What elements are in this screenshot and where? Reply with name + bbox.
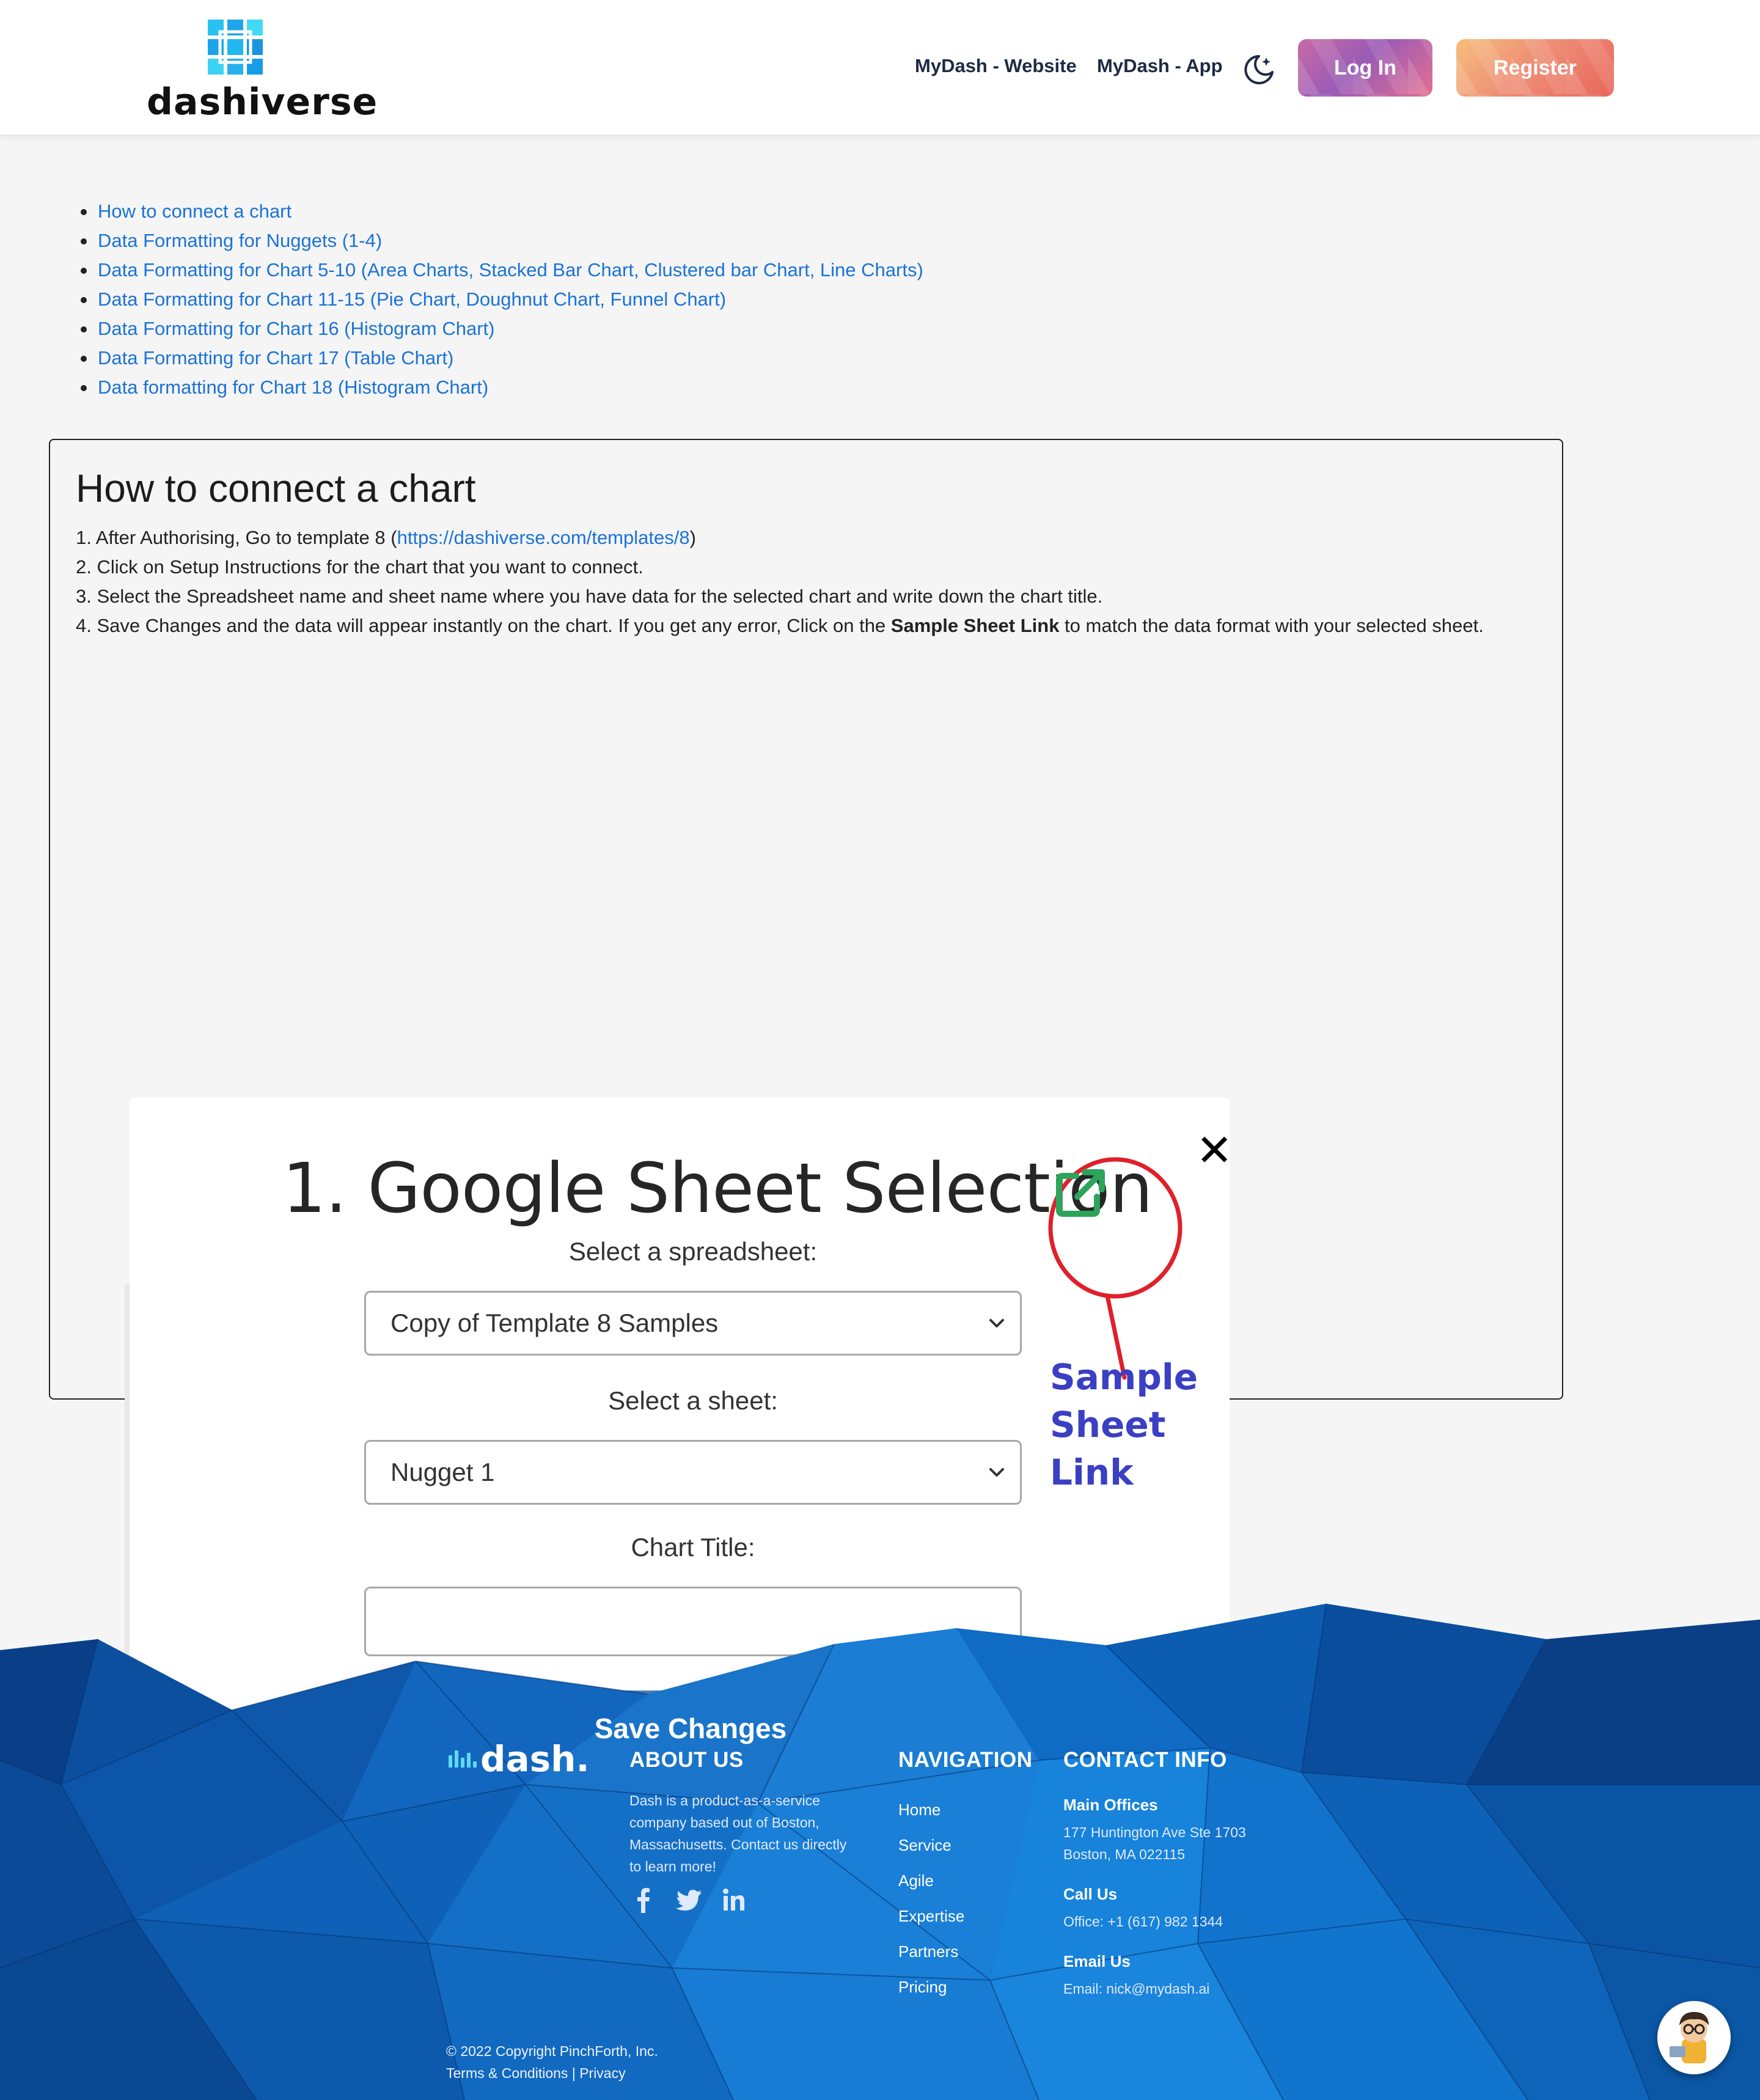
social-links xyxy=(629,1886,748,1914)
step-1: 1. After Authorising, Go to template 8 (… xyxy=(76,527,696,548)
footer-nav-agile[interactable]: Agile xyxy=(898,1863,964,1898)
toc-link-connect-chart[interactable]: How to connect a chart xyxy=(81,197,923,226)
external-link-icon xyxy=(1056,1169,1105,1217)
footer-nav-service[interactable]: Service xyxy=(898,1827,964,1863)
toc-link-chart-16[interactable]: Data Formatting for Chart 16 (Histogram … xyxy=(81,314,923,343)
dashiverse-logo[interactable]: dashiverse xyxy=(147,20,377,123)
chevron-down-icon xyxy=(989,1468,1004,1477)
about-line: company based out of Boston, xyxy=(629,1815,820,1830)
chart-title-label: Chart Title: xyxy=(631,1533,755,1562)
spreadsheet-select: Copy of Template 8 Samples xyxy=(364,1291,1022,1356)
address-line-2: Boston, MA 022115 xyxy=(1063,1846,1186,1862)
chevron-down-icon xyxy=(989,1319,1004,1327)
annotation-line-1: Sample xyxy=(1050,1356,1198,1398)
legal-links: Terms & Conditions | Privacy xyxy=(446,2062,626,2084)
sample-sheet-link-annotation: Sample Sheet Link xyxy=(1050,1353,1230,1496)
step-4-prefix: Save Changes and the data will appear in… xyxy=(97,615,891,636)
footer: dash. ABOUT US Dash is a product-as-a-se… xyxy=(0,1601,1760,2100)
footer-nav-expertise[interactable]: Expertise xyxy=(898,1898,964,1934)
moon-icon[interactable] xyxy=(1241,51,1277,88)
email-us-label: Email Us xyxy=(1063,1952,1131,1970)
top-header: dashiverse MyDash - Website MyDash - App… xyxy=(0,0,1760,134)
steps-list: 1. After Authorising, Go to template 8 (… xyxy=(76,523,1484,641)
section-title: How to connect a chart xyxy=(76,466,476,510)
navigation-heading: NAVIGATION xyxy=(898,1748,1033,1772)
about-line: Dash is a product-as-a-service xyxy=(629,1793,820,1808)
sheet-label: Select a sheet: xyxy=(608,1386,778,1415)
step-3: 3. Select the Spreadsheet name and sheet… xyxy=(76,586,1103,607)
spreadsheet-label: Select a spreadsheet: xyxy=(568,1237,818,1266)
step-2: 2. Click on Setup Instructions for the c… xyxy=(76,556,644,578)
login-button[interactable]: Log In xyxy=(1298,39,1432,97)
register-button[interactable]: Register xyxy=(1456,39,1614,97)
footer-nav-list: Home Service Agile Expertise Partners Pr… xyxy=(898,1792,964,2005)
dash-logo-icon xyxy=(449,1750,477,1768)
connect-chart-section: How to connect a chart 1. After Authoris… xyxy=(49,439,1563,1815)
contact-heading: CONTACT INFO xyxy=(1063,1748,1227,1772)
spreadsheet-select-value: Copy of Template 8 Samples xyxy=(391,1309,719,1337)
toc-link-chart-17[interactable]: Data Formatting for Chart 17 (Table Char… xyxy=(81,343,923,373)
step-4-suffix: to match the data format with your selec… xyxy=(1059,615,1484,636)
about-line: Massachusetts. Contact us directly xyxy=(629,1837,847,1852)
step-3-text: Select the Spreadsheet name and sheet na… xyxy=(97,586,1103,607)
privacy-link[interactable]: Privacy xyxy=(579,2065,625,2081)
dash-logo-text: dash. xyxy=(480,1738,590,1780)
copyright: © 2022 Copyright PinchForth, Inc. xyxy=(446,2043,658,2059)
about-heading: ABOUT US xyxy=(629,1748,744,1772)
toc-link-chart-11-15[interactable]: Data Formatting for Chart 11-15 (Pie Cha… xyxy=(81,285,923,314)
logo-text: dashiverse xyxy=(147,81,378,123)
phone-number[interactable]: Office: +1 (617) 982 1344 xyxy=(1063,1911,1223,1933)
nav-mydash-app[interactable]: MyDash - App xyxy=(1097,55,1223,77)
dash-footer-logo[interactable]: dash. xyxy=(447,1738,590,1780)
avatar-icon xyxy=(1670,2012,1709,2063)
address: 177 Huntington Ave Ste 1703 Boston, MA 0… xyxy=(1063,1821,1246,1865)
facebook-icon[interactable] xyxy=(629,1886,658,1914)
nav-mydash-website[interactable]: MyDash - Website xyxy=(915,55,1077,77)
footer-background xyxy=(0,1603,1760,2100)
terms-link[interactable]: Terms & Conditions xyxy=(446,2065,568,2081)
about-text: Dash is a product-as-a-service company b… xyxy=(629,1790,846,1878)
step-1-suffix: ) xyxy=(689,527,696,548)
toc-link-chart-5-10[interactable]: Data Formatting for Chart 5-10 (Area Cha… xyxy=(81,255,923,285)
linkedin-icon[interactable] xyxy=(720,1886,748,1914)
legal-separator: | xyxy=(571,2065,576,2081)
twitter-icon[interactable] xyxy=(675,1886,703,1914)
email-address[interactable]: Email: nick@mydash.ai xyxy=(1063,1978,1209,2000)
toc-link-chart-18[interactable]: Data formatting for Chart 18 (Histogram … xyxy=(81,373,923,402)
step-1-prefix: After Authorising, Go to template 8 ( xyxy=(95,527,397,548)
step-4: 4. Save Changes and the data will appear… xyxy=(76,615,1484,636)
footer-nav-home[interactable]: Home xyxy=(898,1792,964,1827)
table-of-contents: How to connect a chart Data Formatting f… xyxy=(81,197,923,402)
step-2-text: Click on Setup Instructions for the char… xyxy=(97,556,644,578)
step-4-bold: Sample Sheet Link xyxy=(890,615,1060,636)
main-offices-label: Main Offices xyxy=(1063,1796,1158,1814)
footer-nav-pricing[interactable]: Pricing xyxy=(898,1969,964,2005)
about-line: to learn more! xyxy=(629,1859,716,1874)
sheet-select-value: Nugget 1 xyxy=(391,1458,495,1486)
annotation-line-2: Sheet Link xyxy=(1050,1404,1166,1493)
template-8-link[interactable]: https://dashiverse.com/templates/8 xyxy=(397,527,690,548)
call-us-label: Call Us xyxy=(1063,1885,1118,1903)
footer-nav-partners[interactable]: Partners xyxy=(898,1934,964,1969)
sheet-select: Nugget 1 xyxy=(364,1440,1022,1505)
toc-link-nuggets[interactable]: Data Formatting for Nuggets (1-4) xyxy=(81,226,923,255)
logo-mark-icon xyxy=(208,20,263,75)
chat-avatar-button[interactable] xyxy=(1657,2001,1731,2074)
address-line-1: 177 Huntington Ave Ste 1703 xyxy=(1063,1824,1246,1840)
